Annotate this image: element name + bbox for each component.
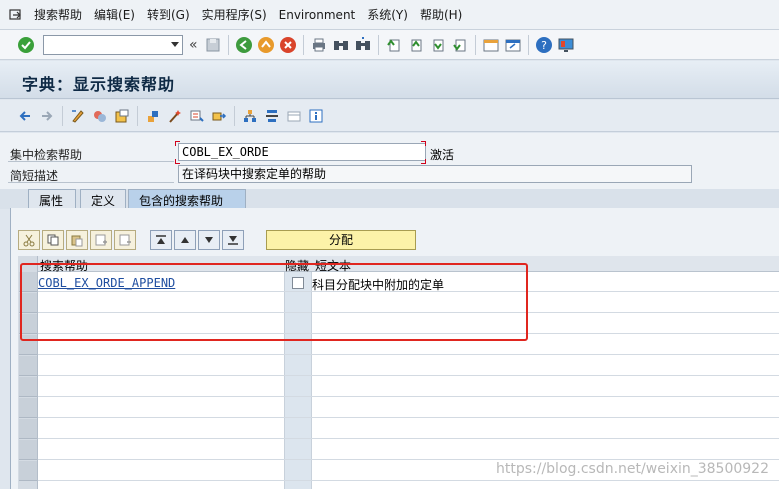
table-row[interactable] (38, 398, 779, 418)
align-icon[interactable] (262, 106, 282, 126)
table-row[interactable] (38, 335, 779, 355)
tab-definition[interactable]: 定义 (80, 189, 126, 209)
table-header: 搜索帮助 隐藏 短文本 (18, 256, 779, 273)
last-page-icon[interactable] (450, 35, 470, 55)
back-icon[interactable] (234, 35, 254, 55)
move-top-icon[interactable] (150, 230, 172, 250)
insert-row-icon[interactable] (90, 230, 112, 250)
move-up-icon[interactable] (174, 230, 196, 250)
hierarchy-icon[interactable] (240, 106, 260, 126)
menu-edit[interactable]: 编辑(E) (94, 6, 147, 23)
tab-definition-label: 定义 (91, 194, 116, 208)
command-dropdown-icon[interactable] (171, 41, 179, 47)
title-bar: 字典：显示搜索帮助 (0, 61, 779, 99)
table-row[interactable] (38, 419, 779, 439)
cut-icon[interactable] (18, 230, 40, 250)
table-toolbar (18, 229, 246, 251)
assign-button[interactable]: 分配 (266, 230, 416, 250)
row-selector[interactable] (19, 377, 37, 397)
new-session-icon[interactable] (481, 35, 501, 55)
magic-wand-icon[interactable] (165, 106, 185, 126)
shortcut-icon[interactable] (503, 35, 523, 55)
collective-search-help-field[interactable]: COBL_EX_ORDE (178, 143, 426, 161)
check-icon[interactable] (112, 106, 132, 126)
row-selector[interactable] (19, 461, 37, 481)
activate-icon[interactable] (143, 106, 163, 126)
where-used-icon[interactable] (187, 106, 207, 126)
next-page-icon[interactable] (428, 35, 448, 55)
table-row[interactable] (38, 356, 779, 376)
other-object-icon[interactable] (90, 106, 110, 126)
row-selector[interactable] (19, 314, 37, 334)
row-selector[interactable] (19, 398, 37, 418)
move-bottom-icon[interactable] (222, 230, 244, 250)
short-description-value: 在译码块中搜索定单的帮助 (182, 167, 327, 181)
tab-strip: 属性 定义 包含的搜索帮助 (0, 189, 779, 209)
table-row[interactable] (38, 314, 779, 334)
included-search-helps-table: 搜索帮助 隐藏 短文本 COBL_EX_ORDE_APPEND 科目分配块中附加… (18, 256, 779, 489)
menu-search-help[interactable]: 搜索帮助 (34, 6, 94, 23)
cancel-icon[interactable] (278, 35, 298, 55)
command-field[interactable] (43, 34, 183, 55)
row-selector[interactable] (19, 419, 37, 439)
row-selector[interactable] (19, 440, 37, 460)
enter-check-icon[interactable] (16, 35, 36, 55)
print-icon[interactable] (309, 35, 329, 55)
help-icon[interactable]: ? (534, 35, 554, 55)
table-row[interactable] (38, 377, 779, 397)
navigate-icon[interactable] (209, 106, 229, 126)
application-toolbar (0, 100, 779, 132)
watermark: https://blog.csdn.net/weixin_38500922 (495, 461, 769, 477)
short-description-field[interactable]: 在译码块中搜索定单的帮助 (178, 165, 692, 183)
app-menu-icon[interactable] (6, 6, 26, 24)
row-selector[interactable] (19, 356, 37, 376)
status-text: 激活 (430, 148, 455, 162)
menu-bar: 搜索帮助 编辑(E) 转到(G) 实用程序(S) Environment 系统(… (0, 0, 779, 30)
menu-goto[interactable]: 转到(G) (147, 6, 202, 23)
copy-icon[interactable] (42, 230, 64, 250)
find-icon[interactable] (331, 35, 351, 55)
page-title: 字典：显示搜索帮助 (22, 75, 176, 94)
delete-row-icon[interactable] (114, 230, 136, 250)
collective-search-help-value: COBL_EX_ORDE (182, 145, 269, 159)
find-next-icon[interactable] (353, 35, 373, 55)
tab-attributes-label: 属性 (39, 194, 64, 208)
forward-arrow-icon[interactable] (37, 106, 57, 126)
menu-utilities[interactable]: 实用程序(S) (202, 6, 279, 23)
row-selector[interactable] (19, 293, 37, 313)
standard-toolbar: « ? (0, 30, 779, 60)
display-change-icon[interactable] (68, 106, 88, 126)
table-row[interactable] (38, 293, 779, 313)
move-down-icon[interactable] (198, 230, 220, 250)
table-row[interactable] (38, 440, 779, 460)
paste-icon[interactable] (66, 230, 88, 250)
back-arrow-icon[interactable] (15, 106, 35, 126)
tab-included-search-helps[interactable]: 包含的搜索帮助 (128, 189, 246, 209)
exit-icon[interactable] (256, 35, 276, 55)
row-selector[interactable] (19, 335, 37, 355)
svg-text:?: ? (541, 39, 547, 52)
tab-attributes[interactable]: 属性 (28, 189, 76, 209)
collapse-icon[interactable]: « (189, 37, 198, 53)
menu-system[interactable]: 系统(Y) (367, 6, 420, 23)
layout-icon[interactable] (284, 106, 304, 126)
menu-environment[interactable]: Environment (279, 8, 368, 22)
header-form: 集中检索帮助 COBL_EX_ORDE 激活 简短描述 在译码块中搜索定单的帮助 (0, 133, 779, 189)
customize-layout-icon[interactable] (556, 35, 576, 55)
save-icon[interactable] (203, 35, 223, 55)
menu-help[interactable]: 帮助(H) (420, 6, 474, 23)
first-page-icon[interactable] (384, 35, 404, 55)
tab-included-search-helps-label: 包含的搜索帮助 (139, 194, 224, 208)
info-icon[interactable] (306, 106, 326, 126)
previous-page-icon[interactable] (406, 35, 426, 55)
